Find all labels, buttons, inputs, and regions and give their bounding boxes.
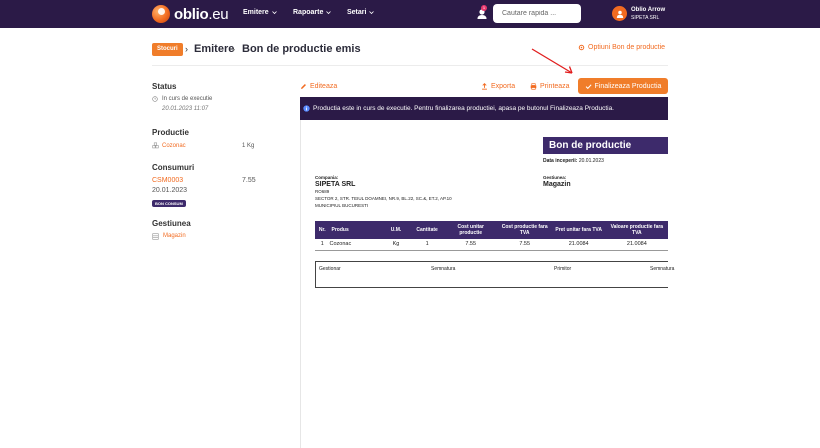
signature-gestionar: Gestionar <box>319 266 341 272</box>
brand-logo[interactable]: oblio.eu <box>152 5 229 23</box>
chevron-down-icon <box>326 11 332 15</box>
status-label: Status <box>152 82 177 91</box>
col-cost-unitar: Cost unitar productie <box>443 221 498 239</box>
company-id: RO689 <box>315 189 330 194</box>
nav-rapoarte[interactable]: Rapoarte <box>293 9 332 16</box>
user-company: SIPETA SRL <box>631 15 660 21</box>
red-arrow-annotation-icon <box>531 48 573 74</box>
signature-box <box>315 261 668 288</box>
col-cost-productie: Cost productie fara TVA <box>497 221 552 239</box>
gestiunea-link[interactable]: Magazin <box>163 233 186 239</box>
upload-icon <box>482 83 487 90</box>
col-produs: Produs <box>329 221 382 239</box>
signature-semnatura-2: Semnatura <box>650 266 675 272</box>
finalize-production-button[interactable]: Finalizeaza Productia <box>578 78 668 94</box>
oblio-logo-icon <box>152 5 170 23</box>
gestiunea-label: Gestiunea <box>152 219 191 228</box>
consumuri-label: Consumuri <box>152 163 195 172</box>
document-date: Data inceperii: 20.01.2023 <box>543 158 604 164</box>
breadcrumb-emitere[interactable]: Emitere <box>194 43 234 55</box>
productie-qty: 1 Kg <box>242 143 255 149</box>
consum-code-link[interactable]: CSM0003 <box>152 177 183 184</box>
table-header-row: Nr. Produs U.M. Cantitate Cost unitar pr… <box>315 221 668 239</box>
header-divider <box>152 65 668 66</box>
brand-name: oblio <box>174 5 209 23</box>
export-link[interactable]: Exporta <box>481 83 515 90</box>
pencil-icon <box>301 84 306 89</box>
productie-label: Productie <box>152 128 189 137</box>
status-value: In curs de executie <box>162 96 213 102</box>
bon-consum-badge: BON CONSUM <box>152 200 186 207</box>
company-address-line2: MUNICIPIUL BUCURESTI <box>315 203 369 208</box>
table-row: 1 Cozonac Kg 1 7.55 7.55 21.0084 21.0084 <box>315 239 668 251</box>
document-title: Bon de productie <box>543 137 668 154</box>
warehouse-icon <box>152 233 159 240</box>
notification-count-badge: 1 <box>481 5 487 11</box>
company-name: SIPETA SRL <box>315 181 356 188</box>
chevron-down-icon <box>271 11 277 15</box>
production-items-table: Nr. Produs U.M. Cantitate Cost unitar pr… <box>315 221 668 251</box>
gestiune-value: Magazin <box>543 181 571 188</box>
breadcrumb-stocuri[interactable]: Stocuri <box>152 43 183 56</box>
edit-link[interactable]: Editeaza <box>300 83 337 90</box>
breadcrumb-separator: › <box>232 44 235 54</box>
col-um: U.M. <box>381 221 411 239</box>
col-nr: Nr. <box>315 221 330 239</box>
consum-date: 20.01.2023 <box>152 187 188 194</box>
print-link[interactable]: Printeaza <box>530 83 570 90</box>
printer-icon <box>530 83 537 90</box>
nav-emitere[interactable]: Emitere <box>243 9 277 16</box>
company-label: Compania: <box>315 175 339 180</box>
production-info-banner: Productia este in curs de executie. Pent… <box>300 97 668 120</box>
info-icon <box>303 105 310 112</box>
user-avatar[interactable] <box>612 6 627 21</box>
page-title: Bon de productie emis <box>242 43 361 55</box>
signature-primitor: Primitor <box>554 266 572 272</box>
consum-value: 7.55 <box>242 177 256 184</box>
brand-tld: .eu <box>208 5 229 23</box>
productie-item-link[interactable]: Cozonac <box>162 143 186 149</box>
nav-setari[interactable]: Setari <box>347 9 375 16</box>
user-name[interactable]: Oblio Arrow <box>631 7 665 13</box>
company-address-line1: SECTOR 2, STR. TEIUL DOAMNEI, NR.9, BL.2… <box>315 196 452 201</box>
gestiune-label: Gestiunea: <box>543 175 567 180</box>
breadcrumb-separator: › <box>185 44 188 54</box>
status-date: 20.01.2023 11:07 <box>162 106 209 112</box>
quick-search-input[interactable] <box>493 4 581 23</box>
col-valoare-productie: Valoare productie fara TVA <box>605 221 668 239</box>
col-cantitate: Cantitate <box>410 221 444 239</box>
clock-icon <box>152 96 158 102</box>
options-bon-productie-link[interactable]: Optiuni Bon de productie <box>578 44 665 51</box>
boxes-icon <box>152 142 159 149</box>
user-icon <box>616 10 623 18</box>
chevron-down-icon <box>369 11 375 15</box>
top-navbar: oblio.eu Emitere Rapoarte Setari 1 Oblio… <box>0 0 820 28</box>
check-icon <box>585 83 592 89</box>
col-pret-unitar: Pret unitar fara TVA <box>551 221 606 239</box>
info-message: Productia este in curs de executie. Pent… <box>313 105 614 112</box>
signature-semnatura-1: Semnatura <box>431 266 456 272</box>
